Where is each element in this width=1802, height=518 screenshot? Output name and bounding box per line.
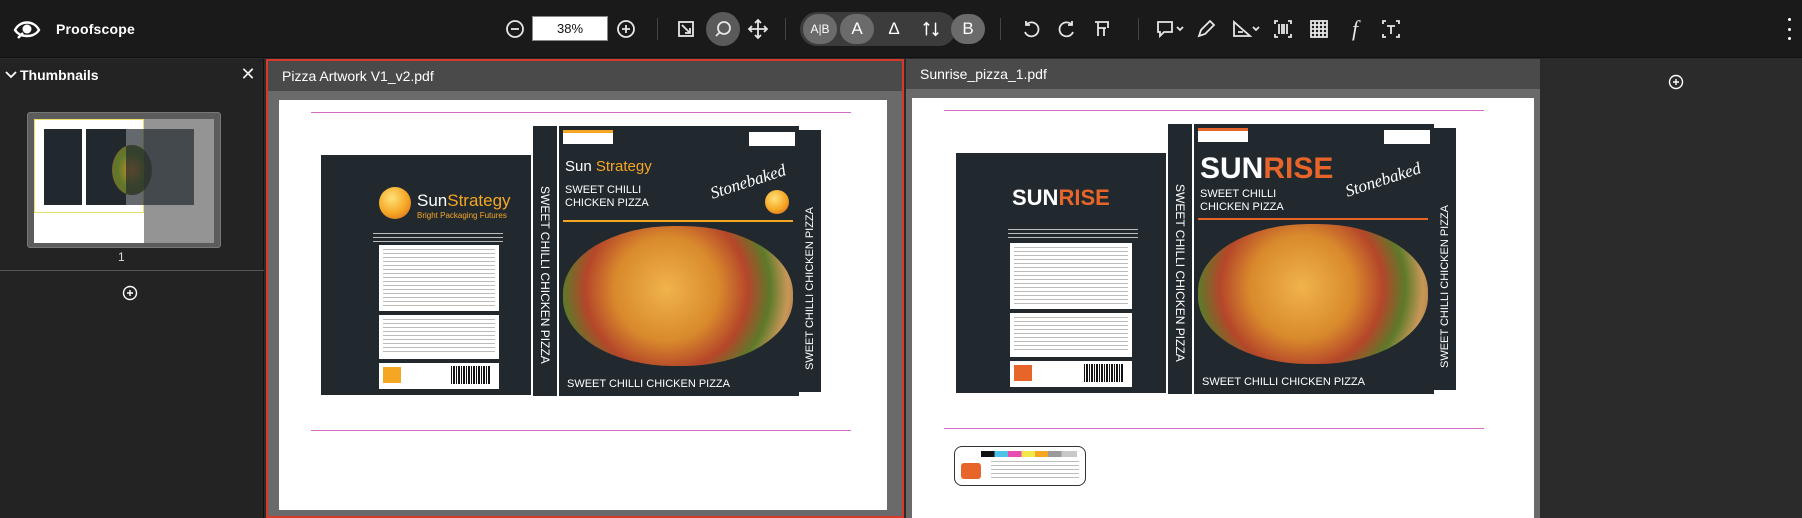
chevron-down-icon: [5, 71, 17, 79]
fit-page-icon: [678, 21, 694, 37]
compare-b-button[interactable]: B: [951, 14, 985, 44]
toolbar-separator: [1138, 18, 1139, 40]
artwork-front-panel-b: SUNRISE SWEET CHILLI CHICKEN PIZZA Stone…: [1194, 124, 1434, 394]
add-page-icon[interactable]: [122, 285, 138, 301]
rotate-right-icon: [1058, 21, 1074, 38]
measure-angle-icon: [1233, 20, 1260, 37]
artwork-side-panel-a-right: SWEET CHILLI CHICKEN PIZZA: [799, 130, 821, 392]
move-arrows-icon: [747, 18, 769, 40]
zoom-out-icon: [506, 20, 524, 38]
separations-icon: [1095, 21, 1109, 36]
print-info-label: [954, 446, 1086, 486]
sun-logo-icon: [379, 187, 411, 219]
thumbnail-preview: [34, 119, 214, 243]
sidebar-divider: [0, 270, 264, 271]
annotation-menu-button[interactable]: [1152, 15, 1188, 43]
density-tool-button[interactable]: [1305, 15, 1333, 43]
rotate-left-icon: [1024, 21, 1040, 38]
text-frame-icon: [1382, 20, 1400, 38]
nutrition-table-a: [379, 245, 499, 311]
zoom-in-button[interactable]: [612, 15, 640, 43]
thumbnails-title: Thumbnails: [20, 67, 99, 83]
document-panel-b[interactable]: Sunrise_pizza_1.pdf SUNRISE SWEET CHILLI…: [906, 59, 1540, 518]
artwork-front-panel-a: Sun Strategy SWEET CHILLI CHICKEN PIZZA …: [559, 126, 799, 396]
nutrition-table-b: [1010, 243, 1132, 309]
magnifier-icon: [715, 21, 731, 37]
compare-difference-button[interactable]: Δ: [877, 14, 911, 44]
top-toolbar: Proofscope A|B A Δ B: [0, 0, 1802, 58]
checkerboard-icon: [1310, 20, 1328, 38]
pdf-page-a: SunStrategy Bright Packaging Futures SWE…: [279, 100, 887, 510]
barcode-tool-button[interactable]: [1269, 15, 1297, 43]
pdf-page-b: SUNRISE SWEET CHILLI CHICKEN PIZZA SUNRI…: [912, 98, 1534, 518]
artwork-side-panel-a: SWEET CHILLI CHICKEN PIZZA: [533, 126, 557, 396]
barcode-box-a: [379, 363, 499, 389]
toolbar-separator: [785, 18, 786, 40]
artwork-side-panel-b: SWEET CHILLI CHICKEN PIZZA: [1168, 124, 1192, 394]
artwork-back-panel-b: SUNRISE: [956, 153, 1166, 393]
zoom-out-button[interactable]: [501, 15, 529, 43]
rotate-right-button[interactable]: [1053, 15, 1081, 43]
artwork-side-panel-b-right: SWEET CHILLI CHICKEN PIZZA: [1434, 128, 1456, 390]
proofscope-logo-icon: [13, 21, 41, 39]
artwork-back-panel-a: SunStrategy Bright Packaging Futures: [321, 155, 531, 395]
comment-icon: [1157, 21, 1184, 39]
text-select-button[interactable]: [1377, 15, 1405, 43]
zoom-tool-button[interactable]: [706, 12, 740, 46]
document-panel-a[interactable]: Pizza Artwork V1_v2.pdf SunStrategy Brig…: [266, 59, 904, 518]
compare-ab-button[interactable]: A|B: [803, 14, 837, 44]
rotate-left-button[interactable]: [1017, 15, 1045, 43]
font-inspector-button[interactable]: f: [1341, 15, 1369, 43]
document-tab-a[interactable]: Pizza Artwork V1_v2.pdf: [268, 61, 902, 91]
document-viewport-a[interactable]: SunStrategy Bright Packaging Futures SWE…: [268, 91, 902, 516]
measure-menu-button[interactable]: [1228, 15, 1264, 43]
toolbar-separator: [1000, 18, 1001, 40]
pizza-image-b: [1198, 224, 1428, 364]
pen-tool-button[interactable]: [1192, 15, 1220, 43]
fit-page-button[interactable]: [672, 15, 700, 43]
thumbnail-page-number: 1: [118, 250, 125, 264]
close-icon[interactable]: ✕: [238, 64, 258, 84]
app-name: Proofscope: [56, 21, 136, 37]
swap-ab-icon: [923, 21, 939, 37]
toolbar-separator: [657, 18, 658, 40]
page-thumbnail[interactable]: [27, 112, 221, 248]
zoom-in-icon: [617, 20, 635, 38]
thumbnails-header[interactable]: Thumbnails ✕: [0, 59, 264, 91]
info-box-b: [1010, 313, 1132, 357]
add-document-icon[interactable]: [1668, 74, 1684, 90]
zoom-level-input[interactable]: [532, 16, 608, 41]
more-options-icon[interactable]: [1786, 18, 1792, 40]
pen-icon: [1197, 19, 1216, 38]
document-tab-b[interactable]: Sunrise_pizza_1.pdf: [906, 59, 1540, 89]
info-box-a: [379, 315, 499, 359]
app-brand: Proofscope: [12, 14, 135, 44]
barcode-box-b: [1010, 361, 1132, 387]
pizza-image-a: [563, 226, 793, 366]
pan-tool-button[interactable]: [744, 15, 772, 43]
thumbnails-sidebar: Thumbnails ✕ 1: [0, 59, 264, 518]
barcode-scan-icon: [1274, 20, 1292, 38]
document-viewport-b[interactable]: SUNRISE SWEET CHILLI CHICKEN PIZZA SUNRI…: [906, 89, 1540, 518]
compare-a-button[interactable]: A: [840, 14, 874, 44]
compare-swap-button[interactable]: [914, 14, 948, 44]
separations-button[interactable]: [1088, 15, 1116, 43]
